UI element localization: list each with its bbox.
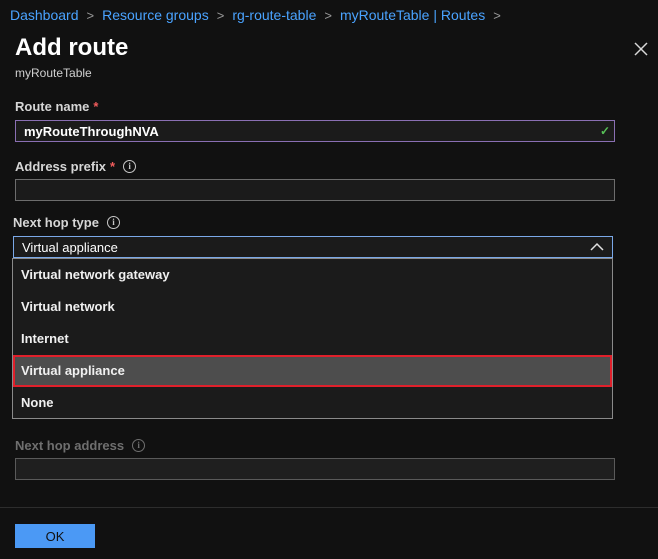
next-hop-type-label-text: Next hop type	[13, 215, 99, 230]
info-icon[interactable]: i	[123, 160, 137, 173]
next-hop-type-select[interactable]: Virtual appliance	[13, 236, 613, 258]
page-subtitle: myRouteTable	[15, 66, 92, 80]
next-hop-address-input[interactable]	[15, 458, 615, 480]
route-name-label-text: Route name	[15, 99, 90, 114]
next-hop-type-selected: Virtual appliance	[22, 239, 118, 255]
route-name-input[interactable]: myRouteThroughNVA ✓	[15, 120, 615, 142]
next-hop-type-label: Next hop type i	[13, 215, 120, 230]
required-marker: *	[93, 99, 99, 114]
page-title: Add route	[15, 34, 129, 61]
option-virtual-network[interactable]: Virtual network	[13, 291, 612, 323]
footer-divider	[0, 507, 658, 508]
address-prefix-input[interactable]	[15, 179, 615, 201]
ok-button[interactable]: OK	[15, 524, 95, 548]
chevron-right-icon: >	[493, 7, 501, 23]
info-icon[interactable]: i	[132, 439, 146, 452]
chevron-right-icon: >	[86, 7, 95, 23]
breadcrumb-resource-groups[interactable]: Resource groups	[102, 7, 209, 23]
option-virtual-network-gateway[interactable]: Virtual network gateway	[13, 259, 612, 291]
route-name-value: myRouteThroughNVA	[24, 124, 159, 139]
required-marker: *	[110, 159, 116, 174]
checkmark-icon: ✓	[599, 124, 610, 138]
option-none[interactable]: None	[13, 387, 612, 419]
breadcrumb-dashboard[interactable]: Dashboard	[10, 7, 79, 23]
next-hop-type-dropdown: Virtual network gateway Virtual network …	[12, 258, 613, 419]
breadcrumb-resource-group[interactable]: rg-route-table	[232, 7, 316, 23]
address-prefix-label-text: Address prefix	[15, 159, 107, 174]
chevron-up-icon	[590, 240, 604, 255]
chevron-right-icon: >	[216, 7, 225, 23]
address-prefix-label: Address prefix * i	[15, 159, 137, 174]
route-name-label: Route name *	[15, 99, 98, 114]
option-internet[interactable]: Internet	[13, 323, 612, 355]
breadcrumb-routes[interactable]: myRouteTable | Routes	[340, 7, 485, 23]
next-hop-address-label-text: Next hop address	[15, 438, 125, 453]
close-icon[interactable]	[632, 40, 650, 58]
breadcrumb: Dashboard > Resource groups > rg-route-t…	[10, 7, 509, 23]
next-hop-address-label: Next hop address i	[15, 438, 146, 453]
chevron-right-icon: >	[324, 7, 332, 23]
info-icon[interactable]: i	[106, 216, 120, 229]
option-virtual-appliance[interactable]: Virtual appliance	[13, 355, 612, 387]
